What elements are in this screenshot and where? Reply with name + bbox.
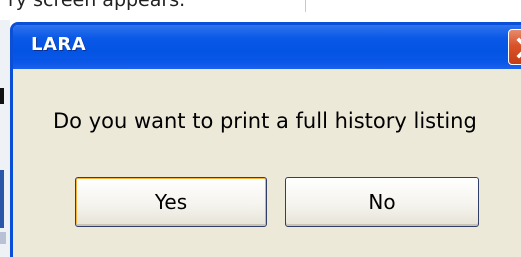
background-window-mark — [0, 88, 4, 104]
close-icon — [516, 37, 521, 59]
background-window-mark — [0, 170, 4, 228]
dialog-title: LARA — [31, 34, 87, 55]
yes-button[interactable]: Yes — [75, 177, 267, 227]
no-button[interactable]: No — [285, 177, 479, 227]
dialog-message: Do you want to print a full history list… — [53, 109, 477, 133]
close-button[interactable] — [508, 29, 521, 65]
message-dialog: LARA Do you want to print a full history… — [10, 22, 521, 257]
dialog-titlebar[interactable]: LARA — [13, 25, 521, 69]
background-caption: ry screen appears. — [8, 0, 186, 11]
background-divider — [305, 0, 306, 12]
background-window-mark — [0, 232, 6, 244]
screenshot-page: ry screen appears. LARA Do you want to p… — [0, 0, 521, 257]
